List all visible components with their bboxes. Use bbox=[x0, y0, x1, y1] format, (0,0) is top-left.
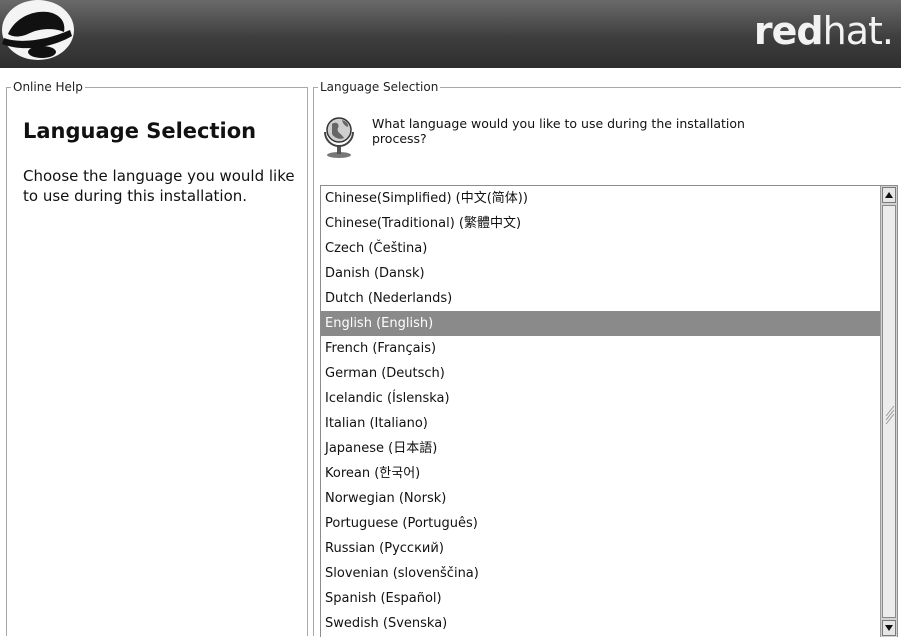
language-option[interactable]: English (English) bbox=[321, 311, 881, 336]
language-option[interactable]: Portuguese (Português) bbox=[321, 511, 881, 536]
language-option[interactable]: Norwegian (Norsk) bbox=[321, 486, 881, 511]
language-option[interactable]: Danish (Dansk) bbox=[321, 261, 881, 286]
language-option[interactable]: Icelandic (Íslenska) bbox=[321, 386, 881, 411]
language-option[interactable]: Spanish (Español) bbox=[321, 586, 881, 611]
redhat-logo-text: redhat. bbox=[753, 9, 894, 53]
scrollbar-thumb[interactable] bbox=[882, 205, 896, 618]
language-option[interactable]: Chinese(Simplified) (中文(简体)) bbox=[321, 186, 881, 211]
arrow-up-icon bbox=[885, 192, 893, 198]
help-title: Language Selection bbox=[23, 119, 257, 143]
brand-bold: red bbox=[753, 9, 824, 53]
online-help-label: Online Help bbox=[11, 79, 85, 95]
online-help-panel: Online Help Language Selection Choose th… bbox=[6, 79, 308, 636]
scroll-down-button[interactable] bbox=[882, 620, 896, 636]
language-option[interactable]: Swedish (Svenska) bbox=[321, 611, 881, 636]
globe-icon bbox=[324, 117, 354, 158]
language-option[interactable]: Russian (Русский) bbox=[321, 536, 881, 561]
language-selection-label: Language Selection bbox=[318, 79, 441, 95]
language-option[interactable]: Slovenian (slovenščina) bbox=[321, 561, 881, 586]
language-list[interactable]: Chinese(Simplified) (中文(简体)) Chinese(Trad… bbox=[321, 186, 881, 637]
language-option[interactable]: French (Français) bbox=[321, 336, 881, 361]
brand-light: hat. bbox=[822, 9, 894, 53]
grip-icon bbox=[885, 405, 895, 424]
language-option[interactable]: Japanese (日本語) bbox=[321, 436, 881, 461]
language-option[interactable]: Czech (Čeština) bbox=[321, 236, 881, 261]
shadowman-hat-icon bbox=[2, 0, 74, 60]
scroll-up-button[interactable] bbox=[882, 187, 896, 203]
arrow-down-icon bbox=[885, 625, 893, 631]
language-option[interactable]: Korean (한국어) bbox=[321, 461, 881, 486]
language-option[interactable]: Dutch (Nederlands) bbox=[321, 286, 881, 311]
language-selection-panel: Language Selection What language would y… bbox=[313, 79, 901, 637]
language-option[interactable]: German (Deutsch) bbox=[321, 361, 881, 386]
vertical-scrollbar[interactable] bbox=[880, 186, 897, 637]
header-banner: redhat. bbox=[0, 0, 901, 68]
language-option[interactable]: Italian (Italiano) bbox=[321, 411, 881, 436]
language-prompt: What language would you like to use duri… bbox=[372, 116, 745, 146]
help-text: Choose the language you would like to us… bbox=[23, 167, 295, 205]
language-option[interactable]: Chinese(Traditional) (繁體中文) bbox=[321, 211, 881, 236]
language-listbox[interactable]: Chinese(Simplified) (中文(简体)) Chinese(Trad… bbox=[320, 185, 898, 637]
